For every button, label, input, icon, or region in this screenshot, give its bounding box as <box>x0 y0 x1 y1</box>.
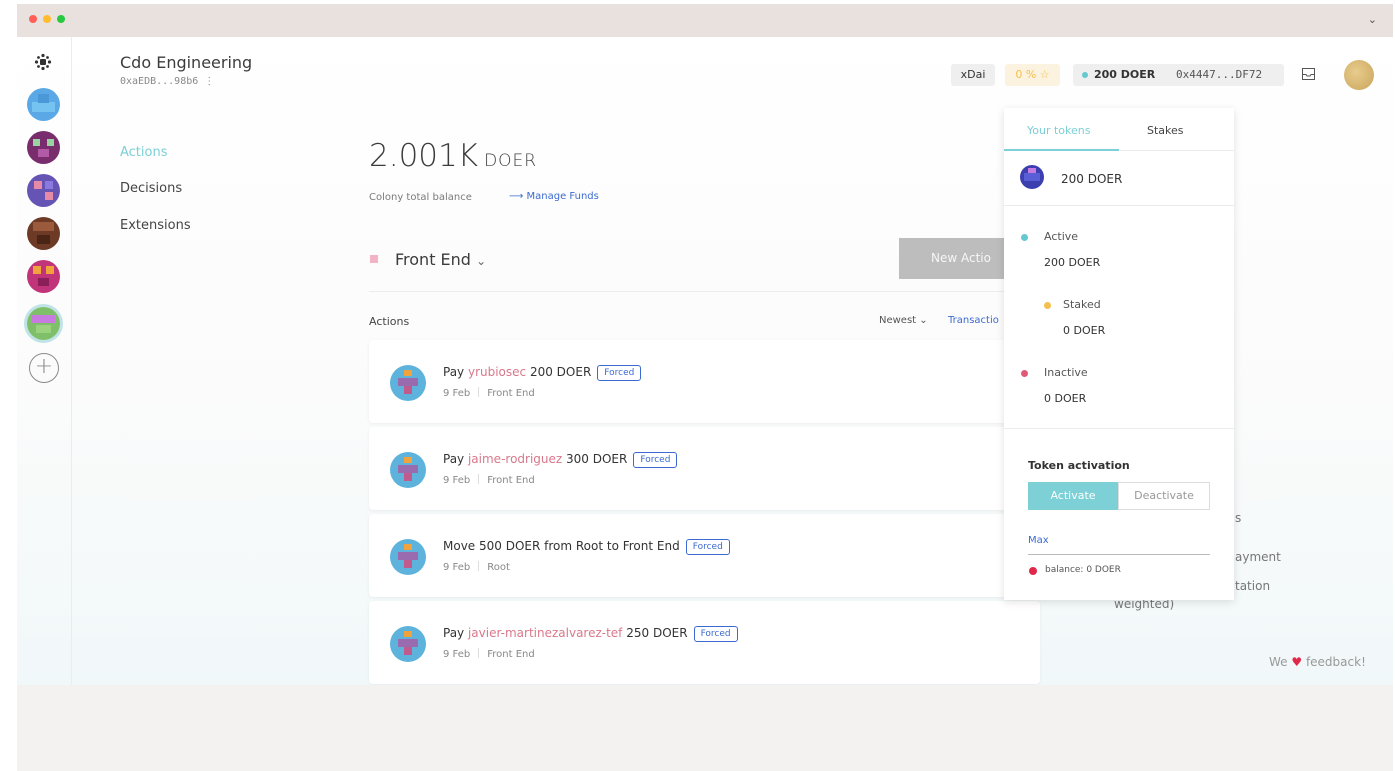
action-title: Move 500 DOER from Root to Front End Forc… <box>443 539 730 555</box>
token-activation-title: Token activation <box>1028 459 1130 472</box>
maximize-window-button[interactable] <box>57 15 65 23</box>
active-label: Active <box>1044 230 1079 243</box>
nav-item-actions[interactable]: Actions <box>120 145 168 160</box>
action-card[interactable]: Pay jaime-rodriguez 300 DOER Forced 9 Feb… <box>369 427 1040 510</box>
feedback-link[interactable]: We ♥ feedback! <box>1269 655 1366 669</box>
wallet-balance: 200 DOER <box>1094 68 1156 81</box>
background-text: tation <box>1235 579 1271 593</box>
token-status-dot <box>1082 72 1088 78</box>
balance-caption: Colony total balance <box>369 192 472 203</box>
action-meta: 9 Feb Front End <box>443 474 535 486</box>
action-avatar <box>390 452 426 488</box>
inactive-status-dot <box>1021 370 1028 377</box>
colony-balance: 2.001K DOER <box>369 138 538 174</box>
balance-status-dot <box>1029 567 1037 575</box>
staked-label: Staked <box>1063 298 1101 311</box>
forced-badge: Forced <box>633 452 678 468</box>
nav-item-decisions[interactable]: Decisions <box>120 181 182 196</box>
chevron-down-icon[interactable]: ⌄ <box>1368 13 1377 26</box>
forced-badge: Forced <box>685 539 730 555</box>
manage-funds-link[interactable]: ⟶ Manage Funds <box>509 191 599 202</box>
user-link[interactable]: jaime-rodriguez <box>468 452 562 466</box>
staked-value: 0 DOER <box>1063 324 1106 337</box>
background-text: s <box>1235 511 1242 525</box>
action-title: Pay yrubiosec 200 DOER Forced <box>443 365 642 381</box>
token-icon <box>1020 165 1044 189</box>
action-card[interactable]: Move 500 DOER from Root to Front End Forc… <box>369 514 1040 597</box>
action-card[interactable]: Pay yrubiosec 200 DOER Forced 9 Feb Front … <box>369 340 1040 423</box>
colony-avatar[interactable] <box>27 217 60 250</box>
active-value: 200 DOER <box>1044 256 1101 269</box>
amount-input[interactable] <box>1028 554 1210 555</box>
filter-select[interactable]: Transactio <box>948 315 999 326</box>
add-colony-button[interactable]: + <box>29 353 59 383</box>
sort-select[interactable]: Newest ⌄ <box>879 315 928 326</box>
token-balance: 200 DOER <box>1061 172 1123 186</box>
inactive-value: 0 DOER <box>1044 392 1087 405</box>
network-badge[interactable]: xDai <box>951 64 995 86</box>
chevron-down-icon: ⌄ <box>476 254 487 268</box>
action-title: Pay javier-martinezalvarez-tef 250 DOER F… <box>443 626 738 642</box>
action-card[interactable]: Pay javier-martinezalvarez-tef 250 DOER F… <box>369 601 1040 684</box>
action-meta: 9 Feb Root <box>443 561 510 573</box>
wallet-balance-pill[interactable]: 200 DOER 0x4447...DF72 <box>1073 64 1284 86</box>
divider <box>1004 205 1234 206</box>
window-titlebar: ⌄ <box>17 4 1393 37</box>
forced-badge: Forced <box>597 365 642 381</box>
inactive-label: Inactive <box>1044 366 1088 379</box>
divider <box>1004 428 1234 429</box>
app-window: ⌄ + Cdo Engineering 0xaEDB...98b6 ⋮ xDai… <box>17 4 1393 771</box>
colony-avatar[interactable] <box>27 260 60 293</box>
close-window-button[interactable] <box>29 15 37 23</box>
token-popover: Your tokens Stakes 200 DOER Active 200 D… <box>1004 108 1234 600</box>
user-link[interactable]: yrubiosec <box>468 365 526 379</box>
max-button[interactable]: Max <box>1028 535 1049 546</box>
reputation-badge[interactable]: 0 % ☆ <box>1005 64 1060 86</box>
inbox-icon[interactable] <box>1302 68 1315 80</box>
background-text: ayment <box>1235 550 1281 564</box>
user-link[interactable]: javier-martinezalvarez-tef <box>468 626 622 640</box>
window-bottom <box>17 685 1393 771</box>
forced-badge: Forced <box>693 626 738 642</box>
colony-avatar[interactable] <box>27 88 60 121</box>
action-title: Pay jaime-rodriguez 300 DOER Forced <box>443 452 678 468</box>
domain-color-icon <box>370 255 378 263</box>
tab-your-tokens[interactable]: Your tokens <box>1027 124 1090 137</box>
action-avatar <box>390 539 426 575</box>
colony-logo-icon[interactable] <box>34 53 52 71</box>
nav-item-extensions[interactable]: Extensions <box>120 218 191 233</box>
action-avatar <box>390 626 426 662</box>
tab-stakes[interactable]: Stakes <box>1147 124 1184 137</box>
minimize-window-button[interactable] <box>43 15 51 23</box>
activate-tab-button[interactable]: Activate <box>1028 482 1118 510</box>
actions-header: Actions <box>369 315 410 328</box>
action-meta: 9 Feb Front End <box>443 387 535 399</box>
active-tab-indicator <box>1004 149 1119 151</box>
action-avatar <box>390 365 426 401</box>
activation-balance: balance: 0 DOER <box>1045 565 1121 575</box>
colony-rail: + <box>17 37 72 685</box>
colony-avatar[interactable] <box>27 131 60 164</box>
wallet-address: 0x4447...DF72 <box>1176 68 1263 81</box>
token-tabs: Your tokens Stakes <box>1004 108 1234 151</box>
divider <box>369 291 1029 292</box>
user-avatar[interactable] <box>1344 60 1374 90</box>
colony-name: Cdo Engineering <box>120 53 253 72</box>
app-content: + Cdo Engineering 0xaEDB...98b6 ⋮ xDai 0… <box>17 37 1393 685</box>
action-meta: 9 Feb Front End <box>443 648 535 660</box>
colony-address[interactable]: 0xaEDB...98b6 ⋮ <box>120 76 214 87</box>
staked-status-dot <box>1044 302 1051 309</box>
deactivate-tab-button[interactable]: Deactivate <box>1118 482 1210 510</box>
colony-avatar-active[interactable] <box>27 307 60 340</box>
heart-icon: ♥ <box>1291 655 1303 669</box>
domain-select[interactable]: Front End ⌄ <box>395 250 486 269</box>
colony-avatar[interactable] <box>27 174 60 207</box>
active-status-dot <box>1021 234 1028 241</box>
